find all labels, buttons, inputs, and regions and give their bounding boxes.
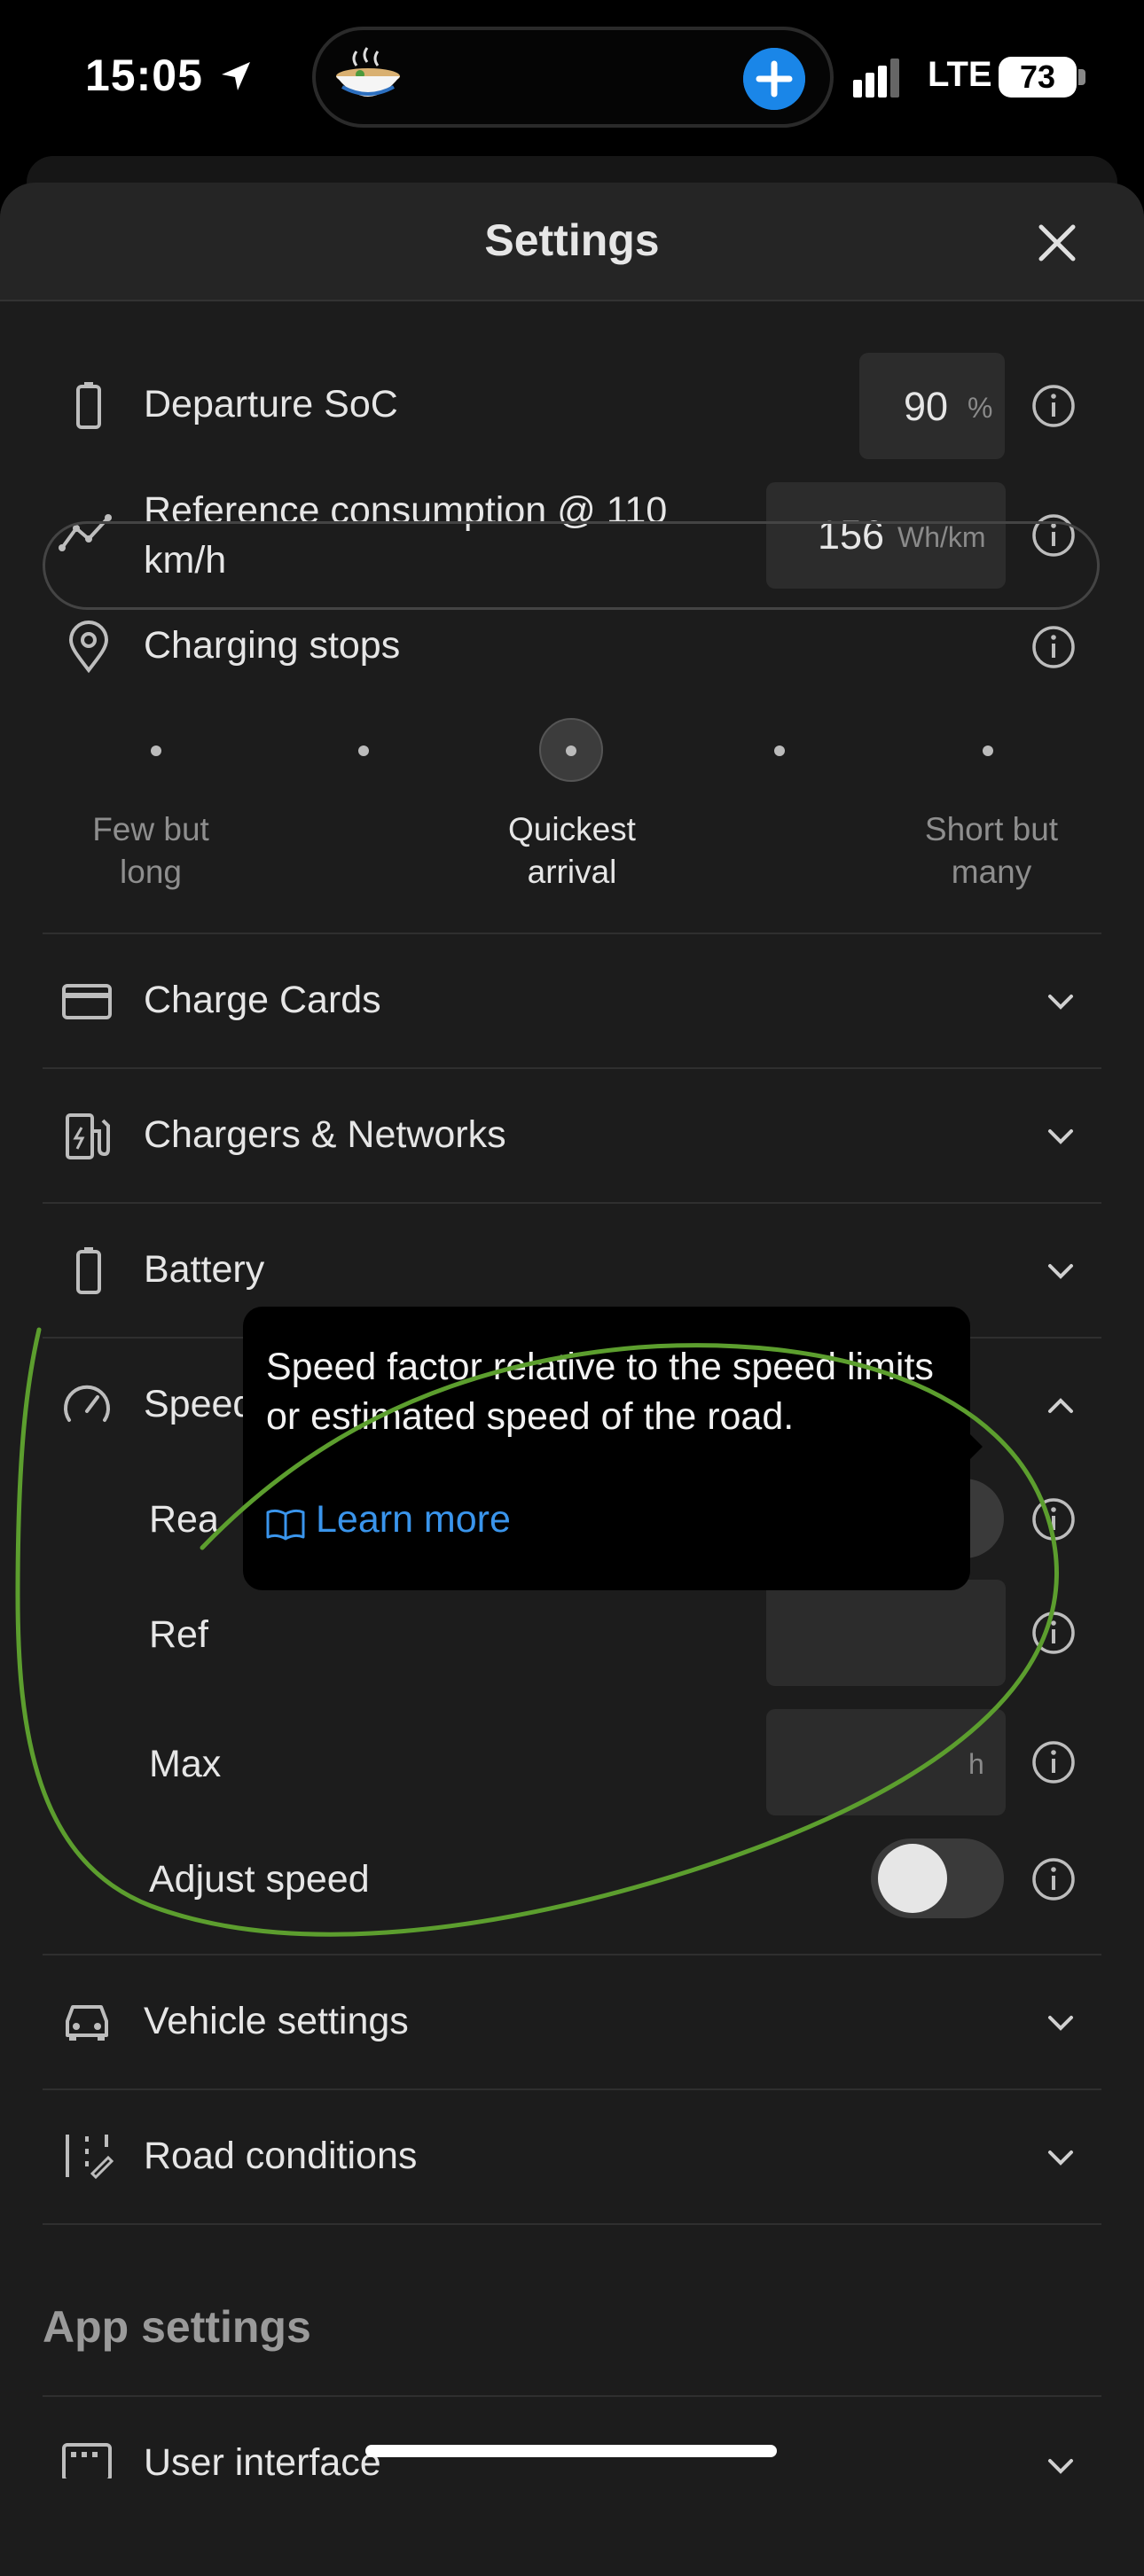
departure-soc-value: 90	[904, 384, 949, 429]
slider-label-short-but-many: Short but many	[885, 808, 1098, 894]
section-label: User interface	[144, 2441, 381, 2478]
section-vehicle-settings[interactable]: Vehicle settings	[43, 1955, 1101, 2088]
location-arrow-icon	[222, 62, 250, 90]
network-type: LTE	[928, 55, 992, 94]
slider-step[interactable]	[774, 745, 785, 756]
section-label: Chargers & Networks	[144, 1113, 506, 1156]
home-indicator	[365, 2445, 777, 2457]
app-settings-heading: App settings	[43, 2302, 311, 2352]
chevron-down-icon	[1048, 1264, 1073, 1279]
battery-icon	[76, 382, 101, 429]
departure-soc-label: Departure SoC	[144, 383, 398, 425]
speed-row-2-label: Ref	[149, 1613, 208, 1656]
ramen-bowl-icon	[336, 47, 400, 97]
slider-label-line: arrival	[527, 854, 617, 890]
speed-row-2-field[interactable]	[766, 1580, 1006, 1686]
toggle-knob	[878, 1844, 947, 1913]
section-label: Speed	[144, 1383, 255, 1425]
slider-label-line: Short but	[924, 811, 1059, 847]
slider-step[interactable]	[566, 745, 576, 756]
info-icon[interactable]	[1030, 383, 1077, 429]
slider-label-few-but-long: Few but long	[44, 808, 257, 894]
battery-icon	[76, 1247, 101, 1294]
map-pin-icon	[68, 621, 109, 674]
credit-card-icon	[62, 984, 112, 1019]
section-user-interface[interactable]: User interface	[43, 2397, 1101, 2478]
section-label: Battery	[144, 1248, 265, 1291]
status-time: 15:05	[85, 51, 203, 100]
slider-label-quickest-arrival: Quickest arrival	[466, 808, 678, 894]
section-label: Vehicle settings	[144, 2000, 409, 2042]
keyboard-icon	[62, 2443, 112, 2478]
adjust-speed-toggle[interactable]	[871, 1838, 1004, 1918]
battery-indicator: 73	[999, 57, 1077, 98]
departure-soc-unit: %	[968, 392, 993, 424]
chevron-down-icon	[1048, 2016, 1073, 2031]
section-label: Charge Cards	[144, 979, 381, 1021]
chevron-down-icon	[1048, 1129, 1073, 1144]
speedometer-icon	[64, 1385, 110, 1422]
section-charge-cards[interactable]: Charge Cards	[43, 934, 1101, 1067]
section-road-conditions[interactable]: Road conditions	[43, 2090, 1101, 2223]
chevron-up-icon	[1048, 1398, 1073, 1413]
charging-stops-slider[interactable]	[43, 521, 1100, 610]
speed-row-3-label: Max	[149, 1743, 222, 1785]
section-chargers-networks[interactable]: Chargers & Networks	[43, 1069, 1101, 1202]
sheet-header: Settings	[0, 183, 1144, 301]
max-speed-unit: h	[968, 1748, 984, 1780]
info-icon[interactable]	[1030, 1856, 1077, 1902]
road-conditions-icon	[66, 2135, 114, 2180]
speed-row-1-label: Rea	[149, 1498, 219, 1541]
slider-label-line: Few but	[92, 811, 209, 847]
charging-stops-label: Charging stops	[144, 624, 401, 667]
tooltip-text: Speed factor relative to the speed limit…	[266, 1346, 934, 1438]
book-open-icon[interactable]	[266, 1507, 305, 1541]
max-speed-field[interactable]: h	[766, 1709, 1006, 1815]
ev-charger-icon	[66, 1113, 110, 1159]
chevron-down-icon	[1048, 2151, 1073, 2166]
slider-step[interactable]	[358, 745, 369, 756]
slider-label-line: Quickest	[508, 811, 636, 847]
close-icon[interactable]	[1032, 218, 1082, 268]
adjust-speed-label: Adjust speed	[149, 1858, 370, 1901]
info-icon[interactable]	[1030, 1610, 1077, 1656]
car-icon	[66, 2005, 108, 2041]
battery-nub	[1078, 69, 1085, 85]
learn-more-link[interactable]: Learn more	[316, 1498, 511, 1542]
page-title: Settings	[484, 215, 660, 265]
slider-label-line: many	[951, 854, 1032, 890]
divider	[43, 2223, 1101, 2225]
info-icon[interactable]	[1030, 624, 1077, 670]
slider-label-line: long	[120, 854, 182, 890]
departure-soc-field[interactable]: 90 %	[859, 353, 1005, 459]
slider-step[interactable]	[151, 745, 161, 756]
slider-step[interactable]	[983, 745, 993, 756]
cellular-signal-icon	[853, 59, 899, 98]
chevron-down-icon	[1048, 995, 1073, 1010]
tooltip-arrow	[963, 1427, 983, 1466]
section-label: Road conditions	[144, 2135, 418, 2177]
info-icon[interactable]	[1030, 1496, 1077, 1542]
chevron-down-icon	[1048, 2459, 1073, 2474]
add-button[interactable]	[743, 48, 805, 110]
info-icon[interactable]	[1030, 1739, 1077, 1785]
